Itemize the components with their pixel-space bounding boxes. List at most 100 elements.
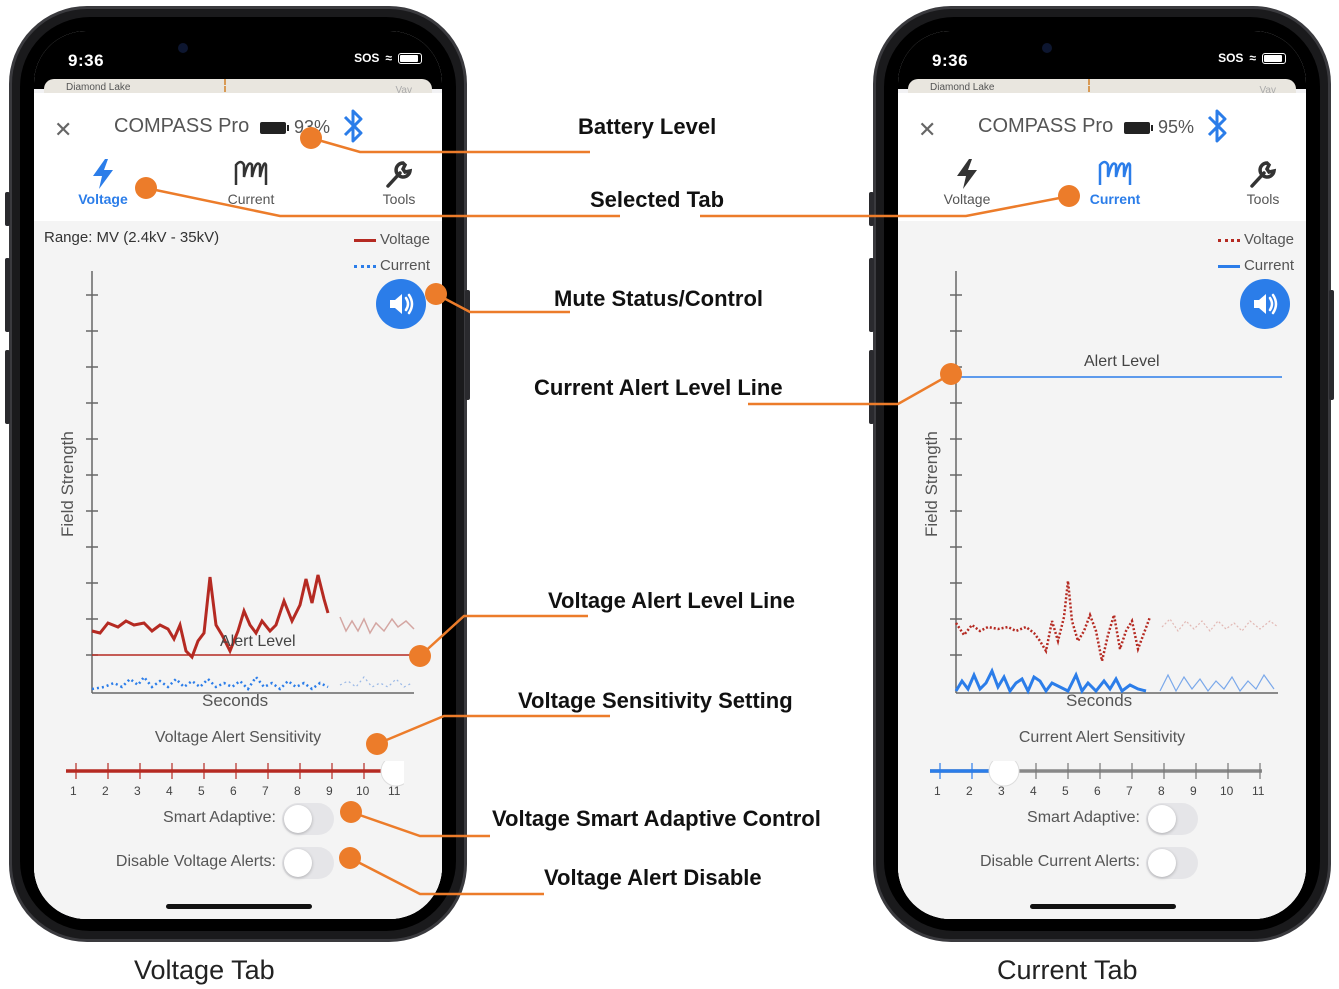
phone-screen: 9:36 SOS ≈ Diamond Lake Vav ✕ COMPASS Pr… <box>34 31 442 919</box>
app-header: ✕ COMPASS Pro 95% Voltage Current Tools <box>898 93 1306 221</box>
wifi-icon: ≈ <box>1249 51 1256 65</box>
coil-icon <box>234 160 268 185</box>
smart-adaptive-toggle[interactable] <box>1146 803 1198 835</box>
tab-label: Voltage <box>78 191 128 207</box>
voltage-trace-faded <box>1161 618 1279 633</box>
tab-tools[interactable]: Tools <box>354 159 442 207</box>
bluetooth-icon <box>1207 109 1227 143</box>
alert-level-label: Alert Level <box>1084 353 1160 370</box>
tab-tools[interactable]: Tools <box>1218 159 1306 207</box>
x-axis-label: Seconds <box>202 691 269 710</box>
callout-voltage-smart-adaptive: Voltage Smart Adaptive Control <box>492 806 821 831</box>
battery-icon <box>260 122 289 134</box>
side-button <box>869 258 874 332</box>
smart-adaptive-label: Smart Adaptive: <box>163 809 276 826</box>
status-time: 9:36 <box>68 51 105 70</box>
tab-label: Current <box>1089 191 1141 207</box>
callout-dot <box>340 801 362 823</box>
phone-screen: 9:36 SOS ≈ Diamond Lake Vav ✕ COMPASS Pr… <box>898 31 1306 919</box>
smart-adaptive-toggle[interactable] <box>282 803 334 835</box>
side-button <box>5 258 10 332</box>
phone-current-tab: 9:36 SOS ≈ Diamond Lake Vav ✕ COMPASS Pr… <box>873 6 1331 942</box>
map-label: Diamond Lake <box>930 82 995 93</box>
tab-label: Tools <box>1246 191 1280 207</box>
callout-dot <box>300 127 322 149</box>
current-trace-faded <box>1159 673 1275 693</box>
tab-label: Voltage <box>943 191 991 207</box>
y-axis-label: Field Strength <box>58 431 77 537</box>
callout-dot <box>135 177 157 199</box>
side-button <box>1329 290 1334 400</box>
field-strength-chart <box>950 271 1282 695</box>
callout-voltage-alert-line: Voltage Alert Level Line <box>548 588 795 613</box>
phone-battery-icon <box>398 52 422 64</box>
map-label: Diamond Lake <box>66 82 131 93</box>
callout-voltage-sensitivity: Voltage Sensitivity Setting <box>518 688 793 713</box>
wrench-icon <box>386 161 413 188</box>
camera <box>1042 43 1052 53</box>
home-indicator <box>1030 904 1176 909</box>
status-time: 9:36 <box>932 51 969 70</box>
callout-voltage-alert-disable: Voltage Alert Disable <box>544 865 762 890</box>
disable-alerts-toggle[interactable] <box>1146 847 1198 879</box>
camera <box>178 43 188 53</box>
y-axis-label: Field Strength <box>922 431 941 537</box>
slider-thumb <box>988 761 1020 787</box>
battery-level: 95% <box>1158 117 1195 137</box>
smart-adaptive-label: Smart Adaptive: <box>1027 809 1140 826</box>
tab-voltage[interactable]: Voltage <box>922 159 1012 207</box>
graph-panel: Voltage Current Field Strength Alert Lev… <box>898 221 1306 919</box>
coil-icon <box>1098 160 1132 185</box>
tab-label: Current <box>227 191 275 207</box>
callout-current-alert-line: Current Alert Level Line <box>534 375 783 400</box>
phone-battery-icon <box>1262 52 1286 64</box>
status-indicators: SOS ≈ <box>1218 51 1286 65</box>
callout-battery-level: Battery Level <box>578 114 717 139</box>
phone-voltage-tab: 9:36 SOS ≈ Diamond Lake Vav ✕ COMPASS Pr… <box>9 6 467 942</box>
device-name: COMPASS Pro <box>978 115 1114 137</box>
app-sheet: ✕ COMPASS Pro 95% Voltage Current Tools … <box>898 93 1306 919</box>
caption-voltage-tab: Voltage Tab <box>134 955 275 985</box>
side-button <box>5 192 10 226</box>
current-trace <box>91 674 329 691</box>
voltage-trace <box>954 580 1152 662</box>
callout-dot <box>1058 185 1080 207</box>
callout-dot <box>940 363 962 385</box>
alert-level-label: Alert Level <box>220 633 296 650</box>
callout-dot <box>425 283 447 305</box>
status-indicators: SOS ≈ <box>354 51 422 65</box>
side-button <box>869 350 874 424</box>
close-icon[interactable]: ✕ <box>918 117 936 143</box>
x-axis-label: Seconds <box>1066 691 1133 710</box>
sos-label: SOS <box>354 51 380 65</box>
disable-alerts-toggle[interactable] <box>282 847 334 879</box>
wifi-icon: ≈ <box>385 51 392 65</box>
tab-current[interactable]: Current <box>206 159 296 207</box>
callout-mute-status: Mute Status/Control <box>554 286 763 311</box>
lightning-icon <box>93 159 113 189</box>
y-axis <box>86 271 414 694</box>
graph-panel: Range: MV (2.4kV - 35kV) Voltage Current <box>34 221 442 919</box>
current-trace-faded <box>339 676 413 688</box>
callout-dot <box>339 847 361 869</box>
battery-icon <box>1124 122 1153 134</box>
bluetooth-icon <box>343 109 363 143</box>
tab-voltage[interactable]: Voltage <box>58 159 148 207</box>
app-sheet: ✕ COMPASS Pro 93% Voltage Current Too <box>34 93 442 919</box>
sensitivity-label: Current Alert Sensitivity <box>1018 729 1186 746</box>
lightning-icon <box>957 159 977 189</box>
callout-dot <box>366 733 388 755</box>
close-icon[interactable]: ✕ <box>54 117 72 143</box>
slider-thumb <box>380 761 404 787</box>
tab-label: Tools <box>382 191 416 207</box>
current-trace <box>954 667 1147 695</box>
callout-selected-tab: Selected Tab <box>590 187 725 212</box>
side-button <box>465 290 470 400</box>
side-button <box>869 192 874 226</box>
caption-current-tab: Current Tab <box>997 955 1138 985</box>
tab-current[interactable]: Current <box>1070 159 1160 207</box>
device-name: COMPASS Pro <box>114 115 250 137</box>
voltage-trace-faded <box>339 616 415 635</box>
side-button <box>5 350 10 424</box>
home-indicator <box>166 904 312 909</box>
